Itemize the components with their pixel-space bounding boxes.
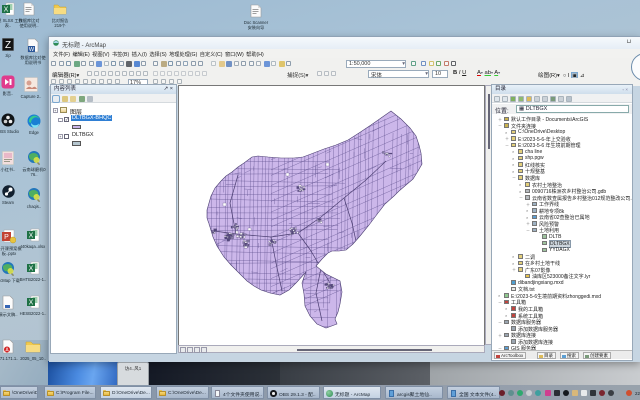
svg-text:X: X bbox=[28, 233, 33, 240]
svg-text:X: X bbox=[28, 300, 33, 307]
svg-text:X: X bbox=[3, 7, 8, 14]
svg-text:W: W bbox=[29, 47, 35, 53]
svg-text:X: X bbox=[28, 266, 33, 273]
svg-text:Z: Z bbox=[5, 40, 11, 51]
svg-text:P: P bbox=[4, 234, 9, 241]
